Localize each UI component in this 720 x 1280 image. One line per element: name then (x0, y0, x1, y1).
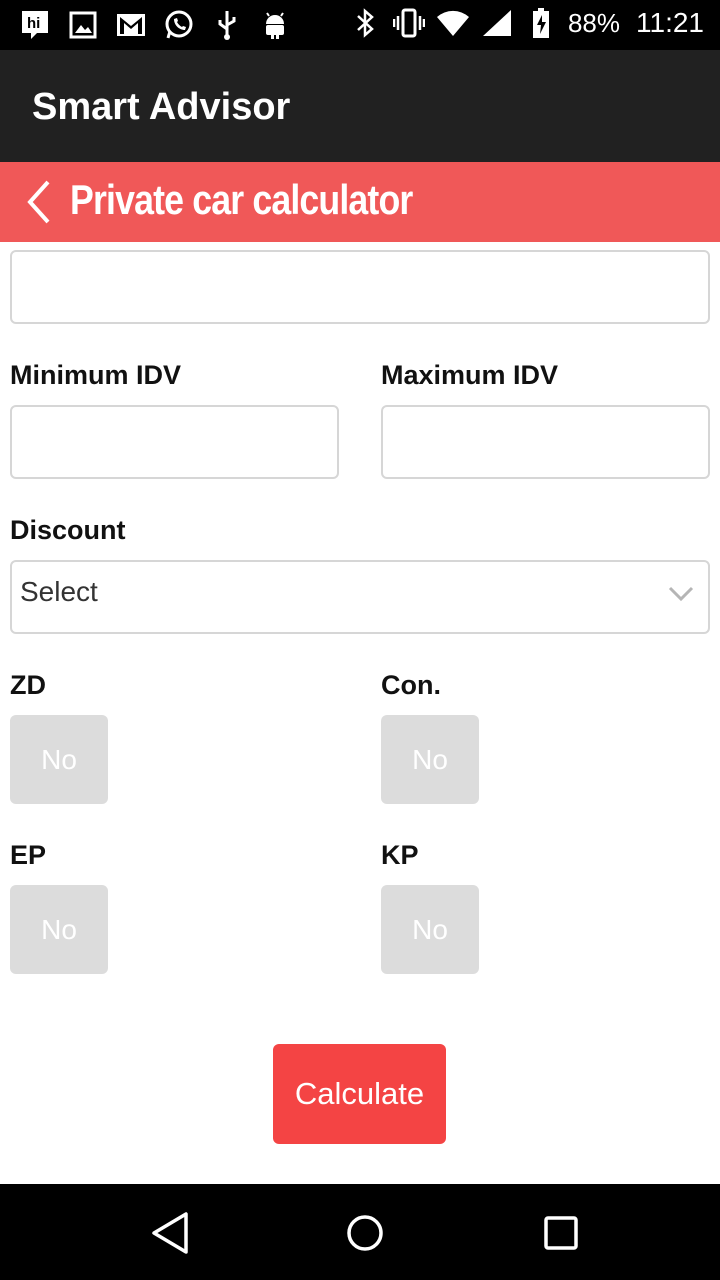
calculator-header: Private car calculator (0, 162, 720, 242)
app-title: Smart Advisor (32, 86, 291, 128)
discount-select[interactable]: Select (10, 560, 710, 634)
status-bar: hi 88% 11:21 (0, 0, 720, 50)
navigation-bar (0, 1184, 720, 1280)
battery-charging-icon (524, 6, 558, 40)
con-label: Con. (381, 670, 441, 700)
back-triangle-icon (152, 1212, 188, 1254)
discount-selected-value: Select (20, 576, 98, 607)
max-idv-label: Maximum IDV (381, 360, 559, 390)
kp-toggle[interactable]: No (381, 885, 479, 974)
wifi-icon (436, 6, 470, 40)
app-bar: Smart Advisor (0, 50, 720, 162)
chevron-down-icon (668, 586, 694, 602)
top-input-field[interactable] (10, 250, 710, 324)
ep-toggle[interactable]: No (10, 885, 108, 974)
page-title: Private car calculator (70, 176, 413, 223)
clock: 11:21 (636, 7, 704, 38)
max-idv-input[interactable] (381, 405, 710, 479)
home-circle-icon (347, 1215, 383, 1251)
bluetooth-icon (348, 6, 382, 40)
whatsapp-icon (162, 8, 196, 42)
svg-text:hi: hi (27, 15, 40, 32)
usb-icon (210, 8, 244, 42)
con-toggle[interactable]: No (381, 715, 479, 804)
image-icon (66, 8, 100, 42)
zd-label: ZD (10, 670, 46, 700)
android-icon (258, 8, 292, 42)
vibrate-icon (392, 6, 426, 40)
min-idv-label: Minimum IDV (10, 360, 182, 390)
zd-toggle[interactable]: No (10, 715, 108, 804)
kp-label: KP (381, 840, 419, 870)
chevron-left-icon (27, 180, 50, 224)
discount-label: Discount (10, 515, 126, 545)
calculate-button[interactable]: Calculate (273, 1044, 446, 1144)
battery-percent: 88% (567, 7, 620, 38)
min-idv-input[interactable] (10, 405, 339, 479)
nav-home-button[interactable] (340, 1208, 390, 1258)
hike-icon: hi (18, 8, 52, 42)
signal-icon (480, 6, 514, 40)
gmail-icon (114, 8, 148, 42)
ep-label: EP (10, 840, 47, 870)
recents-square-icon (544, 1216, 578, 1250)
back-button[interactable] (20, 176, 60, 228)
nav-recents-button[interactable] (536, 1208, 586, 1258)
nav-back-button[interactable] (148, 1208, 198, 1258)
